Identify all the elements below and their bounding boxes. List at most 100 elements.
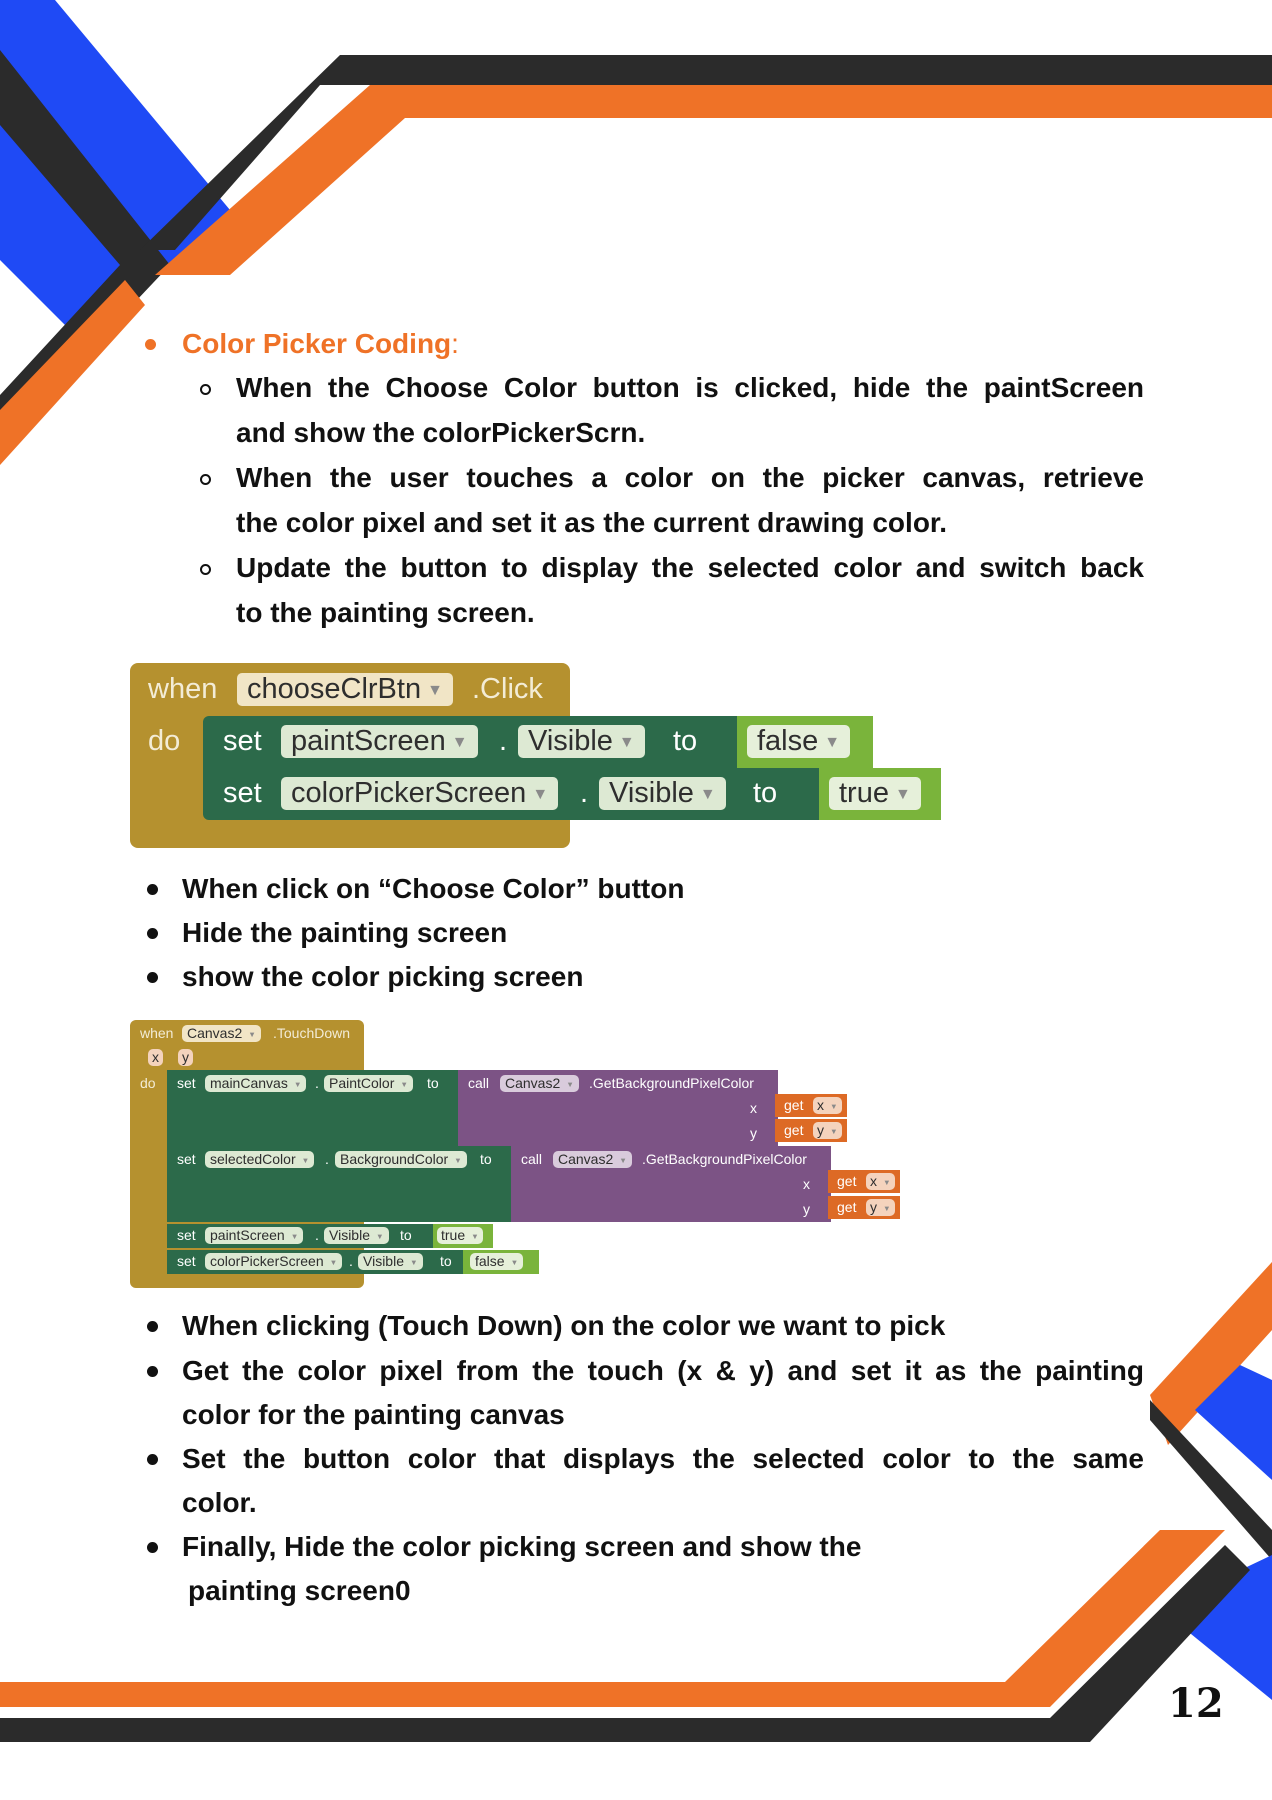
orange-band-top <box>155 85 1272 275</box>
bullet-text: Get the color pixel from the touch (x & … <box>182 1355 1144 1386</box>
component-dropdown[interactable]: Canvas2 ▼ <box>553 1151 632 1168</box>
call-keyword: call <box>468 1075 490 1091</box>
set-keyword: set <box>177 1253 196 1269</box>
true-value-block: true ▼ <box>819 768 941 820</box>
component-dropdown[interactable]: Canvas2 ▼ <box>500 1075 579 1092</box>
boolean-dropdown[interactable]: false ▼ <box>470 1253 524 1270</box>
property-dropdown[interactable]: Visible ▼ <box>518 725 645 758</box>
method-name: .GetBackgroundPixelColor <box>589 1075 754 1091</box>
variable-dropdown[interactable]: x ▼ <box>866 1173 895 1190</box>
to-keyword: to <box>673 725 698 757</box>
set-keyword: set <box>177 1227 196 1243</box>
method-name: .GetBackgroundPixelColor <box>642 1151 807 1167</box>
get-x-block: get x ▼ <box>775 1094 847 1117</box>
call-getbackgroundpixelcolor-block: call Canvas2 ▼ .GetBackgroundPixelColor x… <box>458 1070 778 1146</box>
get-y-block: get y ▼ <box>828 1196 900 1219</box>
param-y[interactable]: y <box>178 1049 193 1066</box>
boolean-dropdown[interactable]: false ▼ <box>747 725 851 758</box>
bullet <box>147 1454 158 1465</box>
component-dropdown[interactable]: colorPickerScreen ▼ <box>205 1253 343 1270</box>
when-keyword: when <box>148 673 218 705</box>
set-keyword: set <box>223 777 262 809</box>
get-keyword: get <box>784 1122 804 1138</box>
component-dropdown[interactable]: paintScreen ▼ <box>205 1227 304 1244</box>
bullet-text: Finally, Hide the color picking screen a… <box>182 1531 862 1562</box>
bullet-text-continuation: painting screen0 <box>188 1575 411 1606</box>
bullet-text: When clicking (Touch Down) on the color … <box>182 1310 946 1341</box>
component-dropdown[interactable]: paintScreen ▼ <box>281 725 478 758</box>
boolean-dropdown[interactable]: true ▼ <box>829 777 921 810</box>
bullet-text: show the color picking screen <box>182 961 584 992</box>
set-selectedcolor-backgroundcolor-block: set selectedColor ▼ . BackgroundColor ▼ to <box>167 1146 515 1222</box>
component-dropdown[interactable]: mainCanvas ▼ <box>205 1075 307 1092</box>
subitem-bullet <box>200 384 211 395</box>
bullet <box>147 972 158 983</box>
false-value-block: false ▼ <box>463 1250 539 1274</box>
property-dropdown[interactable]: Visible ▼ <box>599 777 726 810</box>
dot-separator: . <box>325 1151 329 1167</box>
to-keyword: to <box>480 1151 492 1167</box>
get-keyword: get <box>837 1173 857 1189</box>
boolean-dropdown[interactable]: true ▼ <box>437 1227 483 1244</box>
bullet-text-continuation: color for the painting canvas <box>182 1399 565 1430</box>
false-value-block: false ▼ <box>737 716 873 768</box>
bullet <box>147 928 158 939</box>
get-keyword: get <box>837 1199 857 1215</box>
variable-dropdown[interactable]: x ▼ <box>813 1097 842 1114</box>
property-dropdown[interactable]: PaintColor ▼ <box>324 1075 413 1092</box>
to-keyword: to <box>753 777 778 809</box>
page-number: 12 <box>1168 1680 1224 1727</box>
bullet <box>147 1366 158 1377</box>
get-y-block: get y ▼ <box>775 1119 847 1142</box>
event-name: .TouchDown <box>273 1025 351 1041</box>
component-dropdown[interactable]: selectedColor ▼ <box>205 1151 315 1168</box>
event-name: .Click <box>472 673 543 705</box>
section-heading: Color Picker Coding: <box>182 328 459 359</box>
to-keyword: to <box>440 1253 452 1269</box>
true-value-block: true ▼ <box>433 1224 493 1248</box>
bullet <box>147 1542 158 1553</box>
component-dropdown[interactable]: chooseClrBtn ▼ <box>237 673 453 706</box>
get-keyword: get <box>784 1097 804 1113</box>
property-dropdown[interactable]: BackgroundColor ▼ <box>335 1151 467 1168</box>
dot-separator: . <box>315 1075 319 1091</box>
bullet-text-continuation: color. <box>182 1487 257 1518</box>
param-x[interactable]: x <box>148 1049 163 1066</box>
subitem-3-line-2: to the painting screen. <box>236 597 535 628</box>
set-keyword: set <box>177 1075 196 1091</box>
do-keyword: do <box>140 1075 156 1091</box>
heading-bullet <box>145 339 156 350</box>
bullet <box>147 1321 158 1332</box>
bullet-text: Set the button color that displays the s… <box>182 1443 1144 1474</box>
call-keyword: call <box>521 1151 543 1167</box>
x-socket-label: x <box>803 1176 810 1192</box>
variable-dropdown[interactable]: y ▼ <box>813 1122 842 1139</box>
bullet-text: When click on “Choose Color” button <box>182 873 685 904</box>
subitem-2-line-1: When the user touches a color on the pic… <box>236 462 1144 493</box>
call-getbackgroundpixelcolor-block: call Canvas2 ▼ .GetBackgroundPixelColor x… <box>511 1146 831 1222</box>
dot-separator: . <box>499 725 508 757</box>
dot-separator: . <box>315 1227 319 1243</box>
subitem-1-line-2: and show the colorPickerScrn. <box>236 417 646 448</box>
set-paintscreen-visible-block: set paintScreen ▼ . Visible ▼ to <box>203 716 741 768</box>
subitem-3-line-1: Update the button to display the selecte… <box>236 552 1144 583</box>
property-dropdown[interactable]: Visible ▼ <box>358 1253 423 1270</box>
do-keyword: do <box>148 725 181 757</box>
y-socket-label: y <box>750 1125 757 1141</box>
set-colorpickerscreen-visible-block: set colorPickerScreen ▼ . Visible ▼ to <box>203 768 823 820</box>
component-dropdown[interactable]: colorPickerScreen ▼ <box>281 777 559 810</box>
set-colorpickerscreen-visible-block: set colorPickerScreen ▼ . Visible ▼ to <box>167 1250 467 1274</box>
component-dropdown[interactable]: Canvas2 ▼ <box>182 1025 261 1042</box>
set-keyword: set <box>223 725 262 757</box>
property-dropdown[interactable]: Visible ▼ <box>324 1227 389 1244</box>
set-maincanvas-paintcolor-block: set mainCanvas ▼ . PaintColor ▼ to <box>167 1070 462 1146</box>
y-socket-label: y <box>803 1201 810 1217</box>
set-paintscreen-visible-block: set paintScreen ▼ . Visible ▼ to <box>167 1224 437 1248</box>
get-x-block: get x ▼ <box>828 1170 900 1193</box>
when-keyword: when <box>140 1025 174 1041</box>
dot-separator: . <box>580 777 589 809</box>
to-keyword: to <box>427 1075 439 1091</box>
variable-dropdown[interactable]: y ▼ <box>866 1199 895 1216</box>
to-keyword: to <box>400 1227 412 1243</box>
subitem-bullet <box>200 474 211 485</box>
